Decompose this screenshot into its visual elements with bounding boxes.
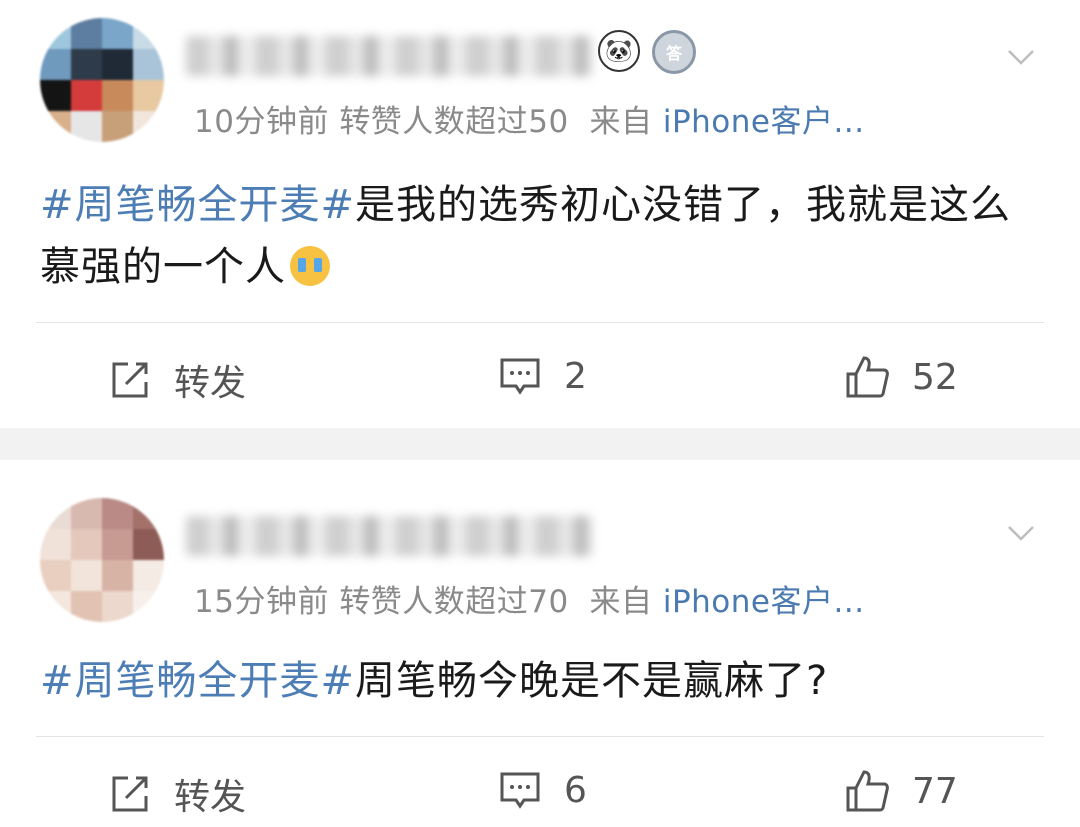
like-count: 52 [912,356,958,398]
divider [36,736,1044,737]
comment-icon [500,358,540,395]
comment-count: 6 [564,769,587,811]
username-blurred[interactable] [186,516,594,556]
post-card: 🐼 答 10分钟前 转赞人数超过50 来自 iPhone客户... #周笔畅全开… [0,0,1080,428]
repost-note: 转赞人数超过50 [339,104,569,140]
repost-label: 转发 [174,363,247,404]
repost-icon [112,362,148,398]
panda-badge-icon: 🐼 [598,30,640,72]
from-label: 来自 [589,104,653,140]
like-icon [846,770,889,812]
repost-icon [112,776,148,812]
crying-face-icon [290,246,330,286]
avatar[interactable] [40,18,164,142]
like-count: 77 [912,770,958,812]
source-link[interactable]: iPhone客户... [663,104,865,140]
post-time: 15分钟前 [194,584,329,620]
post-time: 10分钟前 [194,104,329,140]
divider [36,322,1044,323]
from-label: 来自 [589,584,653,620]
repost-button[interactable]: 转发 [108,354,246,406]
repost-button[interactable]: 转发 [108,768,246,820]
post-meta: 15分钟前 转赞人数超过70 来自 iPhone客户... [194,576,865,621]
post-content: #周笔畅全开麦#是我的选秀初心没错了，我就是这么慕强的一个人 [40,174,1050,298]
repost-label: 转发 [174,777,247,818]
comment-button[interactable]: 2 [498,354,587,398]
like-button[interactable]: 77 [844,768,958,814]
comment-count: 2 [564,355,587,397]
comment-icon [500,772,540,809]
post-card: 15分钟前 转赞人数超过70 来自 iPhone客户... #周笔畅全开麦#周笔… [0,460,1080,827]
post-content: #周笔畅全开麦#周笔畅今晚是不是赢麻了? [40,650,1050,712]
chevron-down-icon[interactable] [1006,42,1036,72]
like-button[interactable]: 52 [844,354,958,400]
chevron-down-icon[interactable] [1006,518,1036,548]
source-link[interactable]: iPhone客户... [663,584,865,620]
medal-badge-icon: 答 [652,30,696,74]
avatar[interactable] [40,498,164,622]
topic-link[interactable]: #周笔畅全开麦# [40,182,355,228]
username-blurred[interactable] [186,36,594,76]
repost-note: 转赞人数超过70 [339,584,569,620]
comment-button[interactable]: 6 [498,768,587,812]
post-text: 周笔畅今晚是不是赢麻了? [355,658,829,704]
like-icon [846,356,889,398]
topic-link[interactable]: #周笔畅全开麦# [40,658,355,704]
post-meta: 10分钟前 转赞人数超过50 来自 iPhone客户... [194,96,865,141]
